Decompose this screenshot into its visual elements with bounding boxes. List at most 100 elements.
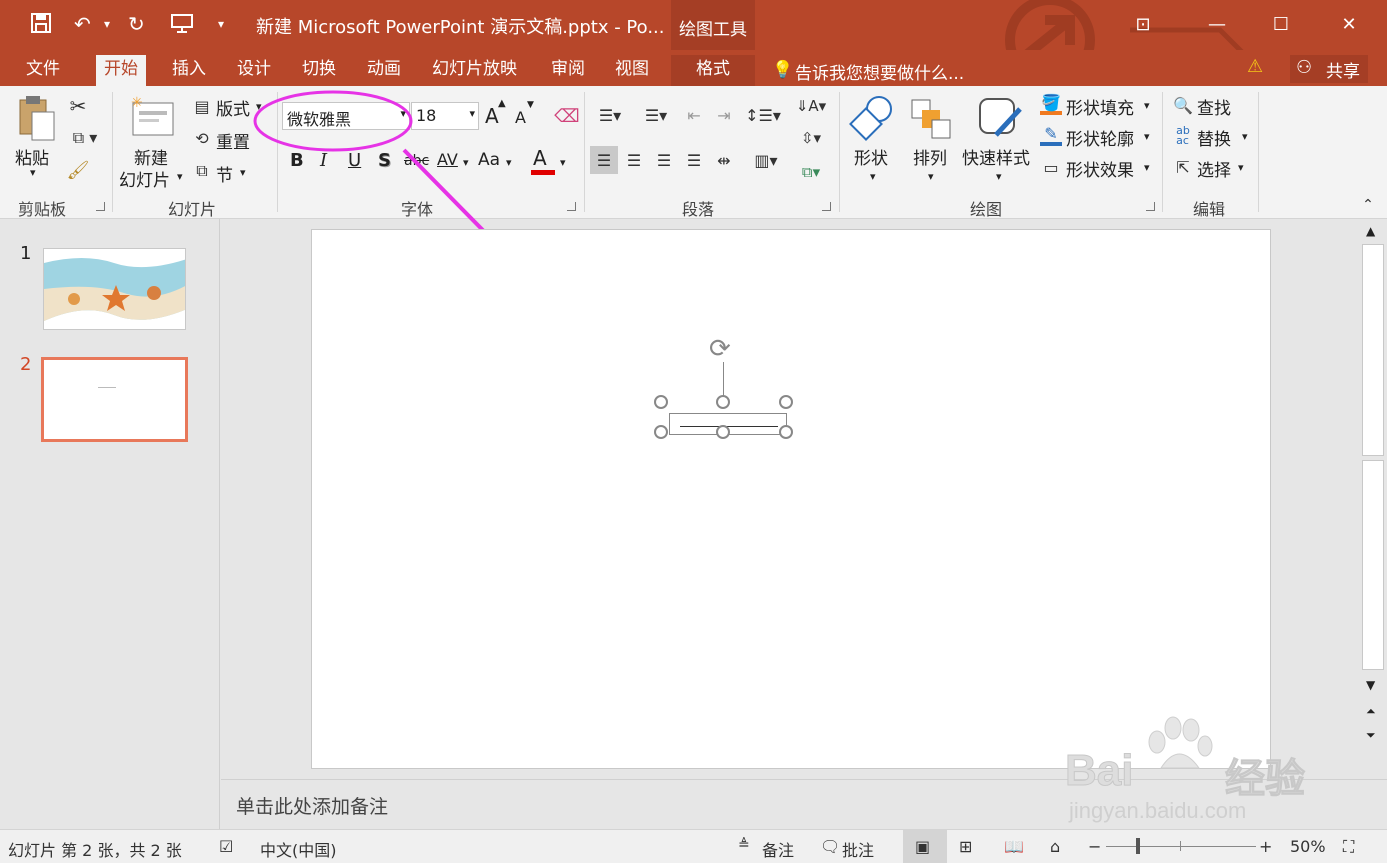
slide-thumbnail-2[interactable] — [41, 357, 188, 442]
arrange-icon[interactable] — [908, 94, 954, 142]
find-icon[interactable]: 🔍 — [1172, 94, 1194, 116]
comments-button[interactable]: 批注 — [842, 837, 874, 861]
notes-toggle-icon[interactable]: ≜ — [738, 837, 750, 853]
distributed-icon[interactable]: ⇹ — [712, 146, 736, 174]
character-spacing-button[interactable]: AV — [437, 150, 458, 169]
align-center-icon[interactable]: ☰ — [622, 146, 646, 174]
shape-effects-button[interactable]: 形状效果 — [1066, 156, 1134, 181]
resize-handle-bottom-left[interactable] — [654, 425, 668, 439]
replace-button[interactable]: 替换 — [1197, 125, 1231, 150]
copy-icon[interactable]: ⧉ ▾ — [66, 126, 104, 150]
comments-icon[interactable]: 🗨 — [820, 837, 840, 856]
text-direction-icon[interactable]: ⇓A▾ — [793, 94, 829, 118]
collapse-ribbon-icon[interactable]: ⌃ — [1358, 196, 1378, 214]
shape-fill-icon[interactable]: 🪣 — [1040, 93, 1062, 115]
font-name-dropdown-icon[interactable]: ▾ — [400, 107, 406, 120]
section-icon[interactable]: ⧉ — [191, 161, 213, 181]
tab-transitions[interactable]: 切换 — [294, 55, 344, 86]
slide-sorter-icon[interactable]: ⊞ — [959, 837, 972, 856]
layout-icon[interactable]: ▤ — [191, 96, 213, 116]
tab-file[interactable]: 文件 — [18, 55, 68, 86]
paste-icon[interactable] — [14, 94, 60, 142]
resize-handle-bottom[interactable] — [716, 425, 730, 439]
resize-handle-top-left[interactable] — [654, 395, 668, 409]
slideshow-view-icon[interactable]: ⌂ — [1050, 837, 1060, 856]
bullets-icon[interactable]: ☰▾ — [592, 104, 628, 126]
font-launcher-icon[interactable] — [567, 202, 576, 211]
zoom-out-icon[interactable]: − — [1088, 837, 1101, 856]
undo-dropdown-icon[interactable]: ▾ — [104, 12, 110, 36]
change-case-dropdown-icon[interactable]: ▾ — [506, 156, 512, 169]
align-right-icon[interactable]: ☰ — [652, 146, 676, 174]
tab-home[interactable]: 开始 — [96, 55, 146, 86]
save-icon[interactable] — [30, 12, 52, 39]
zoom-slider-thumb[interactable] — [1136, 838, 1140, 854]
layout-dropdown-icon[interactable]: ▾ — [256, 100, 262, 113]
new-slide-icon[interactable]: ✳ — [128, 94, 176, 140]
shapes-dropdown-icon[interactable]: ▾ — [870, 170, 876, 183]
language-status[interactable]: 中文(中国) — [260, 837, 337, 861]
resize-handle-bottom-right[interactable] — [779, 425, 793, 439]
line-spacing-icon[interactable]: ↕☰▾ — [744, 104, 782, 126]
quick-styles-button[interactable]: 快速样式 — [962, 144, 1030, 169]
tab-slideshow[interactable]: 幻灯片放映 — [424, 55, 525, 86]
replace-icon[interactable]: ab ac — [1170, 124, 1196, 148]
underline-button[interactable]: U — [348, 150, 361, 171]
shape-fill-dropdown-icon[interactable]: ▾ — [1144, 99, 1150, 112]
quick-styles-dropdown-icon[interactable]: ▾ — [996, 170, 1002, 183]
increase-indent-icon[interactable]: ⇥ — [712, 104, 736, 126]
bold-button[interactable]: B — [290, 150, 304, 171]
tab-animations[interactable]: 动画 — [359, 55, 409, 86]
section-dropdown-icon[interactable]: ▾ — [240, 166, 246, 179]
text-shadow-button[interactable]: S — [378, 150, 391, 171]
align-text-icon[interactable]: ⇳▾ — [793, 126, 829, 150]
spellcheck-icon[interactable]: ☑ — [219, 837, 233, 856]
scroll-down-icon[interactable]: ▼ — [1366, 678, 1375, 692]
slide-thumbnail-1[interactable] — [43, 248, 186, 330]
shapes-icon[interactable] — [848, 94, 896, 142]
shape-outline-button[interactable]: 形状轮廓 — [1066, 125, 1134, 150]
grow-font-button[interactable]: A — [485, 104, 499, 128]
notes-toggle-button[interactable]: 备注 — [762, 837, 794, 861]
scroll-up-icon[interactable]: ▲ — [1366, 224, 1375, 238]
columns-icon[interactable]: ▥▾ — [748, 146, 784, 174]
font-size-combobox[interactable]: 18 ▾ — [411, 102, 479, 130]
warning-icon[interactable]: ⚠ — [1247, 56, 1263, 77]
zoom-slider[interactable] — [1106, 846, 1256, 847]
paste-dropdown-icon[interactable]: ▾ — [30, 166, 36, 179]
start-slideshow-icon[interactable] — [170, 12, 194, 39]
format-painter-icon[interactable]: 🖌 — [66, 158, 90, 182]
section-button[interactable]: 节 — [216, 161, 233, 186]
cut-icon[interactable]: ✂ — [66, 94, 90, 118]
font-name-combobox[interactable]: 微软雅黑 ▾ — [282, 102, 410, 130]
next-slide-icon[interactable]: ⏷ — [1366, 728, 1376, 743]
shapes-button[interactable]: 形状 — [854, 144, 888, 169]
select-cursor-icon[interactable]: ⇱ — [1172, 156, 1194, 178]
font-size-dropdown-icon[interactable]: ▾ — [469, 107, 475, 120]
shape-effects-icon[interactable]: ▭ — [1040, 156, 1062, 178]
strikethrough-button[interactable]: abc — [404, 153, 429, 169]
justify-icon[interactable]: ☰ — [682, 146, 706, 174]
zoom-level[interactable]: 50% — [1290, 837, 1326, 856]
shape-fill-button[interactable]: 形状填充 — [1066, 94, 1134, 119]
select-dropdown-icon[interactable]: ▾ — [1238, 161, 1244, 174]
arrange-button[interactable]: 排列 — [913, 144, 947, 169]
slide-canvas[interactable]: ⟳ — [311, 229, 1271, 769]
character-spacing-dropdown-icon[interactable]: ▾ — [463, 156, 469, 169]
italic-button[interactable]: I — [320, 150, 327, 171]
maximize-icon[interactable]: ☐ — [1266, 10, 1296, 40]
arrange-dropdown-icon[interactable]: ▾ — [928, 170, 934, 183]
numbering-icon[interactable]: ☰▾ — [636, 104, 676, 126]
reset-button[interactable]: 重置 — [216, 128, 250, 153]
normal-view-icon[interactable]: ▣ — [915, 837, 930, 856]
font-color-button[interactable]: A — [533, 146, 547, 170]
tell-me-box[interactable]: 告诉我您想要做什么... — [795, 59, 964, 84]
tab-format[interactable]: 格式 — [671, 55, 755, 86]
redo-icon[interactable]: ↻ — [128, 12, 145, 36]
replace-dropdown-icon[interactable]: ▾ — [1242, 130, 1248, 143]
convert-smartart-icon[interactable]: ⧉▾ — [793, 160, 829, 184]
new-slide-label-2[interactable]: 幻灯片 — [119, 166, 170, 191]
minimize-icon[interactable]: — — [1202, 10, 1232, 40]
vertical-scrollbar[interactable]: ▲ ▼ ⏶ ⏷ — [1360, 220, 1386, 778]
tab-design[interactable]: 设计 — [229, 55, 279, 86]
